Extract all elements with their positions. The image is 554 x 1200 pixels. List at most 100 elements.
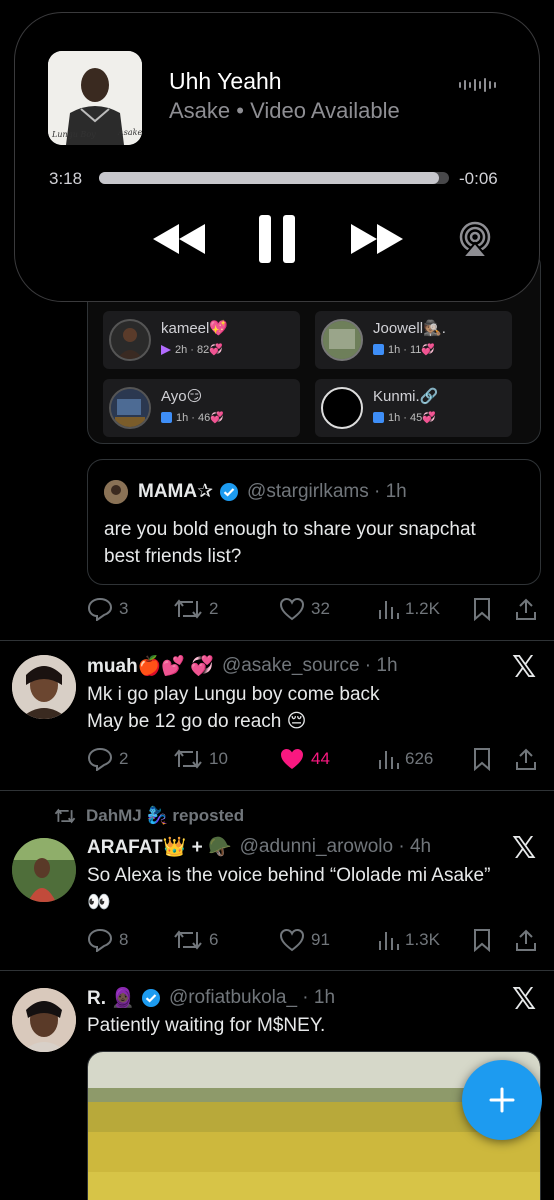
snap-friend-name: Ayo😏 xyxy=(161,388,203,405)
author-handle[interactable]: @adunni_arowolo · 4h xyxy=(240,836,431,858)
remaining-time: -0:06 xyxy=(459,169,498,188)
album-text-right: Asake xyxy=(117,128,142,137)
author-name[interactable]: ARAFAT👑 + 🪖 xyxy=(87,835,232,859)
share-icon xyxy=(516,748,536,770)
divider xyxy=(0,790,554,791)
repost-icon xyxy=(174,930,202,950)
repost-button[interactable]: 10 xyxy=(173,745,228,773)
bookmark-icon xyxy=(474,598,490,621)
share-icon xyxy=(516,598,536,620)
author-name[interactable]: muah🍎💕 💞 xyxy=(87,654,214,678)
heart-icon xyxy=(279,928,305,952)
tweet-text: So Alexa is the voice behind “Ololade mi… xyxy=(87,865,491,913)
pause-button[interactable] xyxy=(255,213,299,265)
playback-scrubber[interactable] xyxy=(99,172,449,184)
avatar[interactable] xyxy=(12,655,76,719)
avatar xyxy=(104,480,128,504)
share-button[interactable] xyxy=(515,926,537,954)
divider xyxy=(0,640,554,641)
bookmark-icon xyxy=(474,929,490,952)
repost-button[interactable]: 6 xyxy=(173,926,218,954)
reply-icon xyxy=(87,928,113,952)
rewind-button[interactable] xyxy=(151,221,207,257)
heart-filled-icon xyxy=(281,749,303,769)
snap-friend-name: Joowell🕵🏽. xyxy=(373,320,446,337)
snap-friend-2: Joowell🕵🏽. 1h · 11💞 xyxy=(315,311,512,369)
fast-forward-button[interactable] xyxy=(349,221,405,257)
plus-icon xyxy=(489,1087,515,1113)
x-logo-icon: 𝕏 xyxy=(512,982,537,1017)
tweet-text: Mk i go play Lungu boy come back May be … xyxy=(87,684,380,732)
avatar xyxy=(321,387,363,429)
snap-chat-icon xyxy=(161,412,172,423)
fast-forward-icon xyxy=(351,224,403,254)
share-button[interactable] xyxy=(515,595,537,623)
album-text-left: Lungu Boy xyxy=(51,130,96,139)
snap-chat-icon xyxy=(373,412,384,423)
like-button[interactable]: 44 xyxy=(279,745,330,773)
bookmark-button[interactable] xyxy=(472,595,492,623)
views-button[interactable]: 1.2K xyxy=(377,595,440,623)
bookmark-button[interactable] xyxy=(472,745,492,773)
pause-icon xyxy=(259,215,295,263)
tweet-actions: 8 6 91 1.3K xyxy=(87,926,541,954)
author-handle[interactable]: @asake_source · 1h xyxy=(222,655,398,677)
quoted-author-handle: @stargirlkams · 1h xyxy=(247,480,407,502)
snap-friend-3: Ayo😏 1h · 46💞 xyxy=(103,379,300,437)
playback-progress xyxy=(99,172,439,184)
airplay-button[interactable] xyxy=(455,219,495,259)
avatar[interactable] xyxy=(12,838,76,902)
views-button[interactable]: 626 xyxy=(377,745,433,773)
avatar xyxy=(321,319,363,361)
elapsed-time: 3:18 xyxy=(49,169,83,188)
repost-icon xyxy=(174,749,202,769)
author-handle[interactable]: @rofiatbukola_ · 1h xyxy=(169,987,335,1009)
verified-badge-icon xyxy=(141,988,161,1008)
quoted-header: MAMA✰ @stargirlkams · 1h xyxy=(138,480,407,503)
reply-icon xyxy=(87,747,113,771)
snap-friend-name: kameel💖 xyxy=(161,320,229,337)
repost-icon xyxy=(174,599,202,619)
snap-friend-meta: 2h · 82💞 xyxy=(161,343,223,356)
snap-friend-meta: 1h · 45💞 xyxy=(373,411,436,424)
like-button[interactable]: 32 xyxy=(279,595,330,623)
reply-button[interactable]: 2 xyxy=(87,745,128,773)
like-button[interactable]: 91 xyxy=(279,926,330,954)
tweet-actions: 3 2 32 1.2K xyxy=(87,595,541,623)
compose-button[interactable] xyxy=(462,1060,542,1140)
tweet-header: ARAFAT👑 + 🪖 @adunni_arowolo · 4h xyxy=(87,835,431,859)
x-logo-icon: 𝕏 xyxy=(512,831,537,866)
repost-button[interactable]: 2 xyxy=(173,595,218,623)
snap-friend-meta: 1h · 11💞 xyxy=(373,343,435,356)
snap-friend-1: kameel💖 2h · 82💞 xyxy=(103,311,300,369)
track-title: Uhh Yeahh xyxy=(169,68,282,94)
snap-chat-icon xyxy=(373,344,384,355)
snap-friend-name: Kunmi.🔗 xyxy=(373,388,439,405)
share-icon xyxy=(516,929,536,951)
avatar xyxy=(109,319,151,361)
quoted-post[interactable]: MAMA✰ @stargirlkams · 1h are you bold en… xyxy=(87,459,541,585)
now-playing-widget[interactable]: Lungu Boy Asake Uhh Yeahh Asake • Video … xyxy=(14,12,540,302)
avatar[interactable] xyxy=(12,988,76,1052)
tweet-text: Patiently waiting for M$NEY. xyxy=(87,1015,326,1036)
avatar xyxy=(109,387,151,429)
snap-friend-meta: 1h · 46💞 xyxy=(161,411,224,424)
track-subtitle: Asake • Video Available xyxy=(169,98,400,123)
bookmark-button[interactable] xyxy=(472,926,492,954)
share-button[interactable] xyxy=(515,745,537,773)
x-logo-icon: 𝕏 xyxy=(512,650,537,685)
repost-icon xyxy=(54,808,76,824)
tweet-header: R. 🧕🏿 @rofiatbukola_ · 1h xyxy=(87,986,335,1010)
views-button[interactable]: 1.3K xyxy=(377,926,440,954)
tweet-header: muah🍎💕 💞 @asake_source · 1h xyxy=(87,654,398,678)
views-icon xyxy=(379,751,399,769)
reply-icon xyxy=(87,597,113,621)
reply-button[interactable]: 8 xyxy=(87,926,128,954)
repost-attribution[interactable]: DahMJ 🧞‍♀️ reposted xyxy=(54,806,244,826)
views-icon xyxy=(379,932,399,950)
author-name[interactable]: R. 🧕🏿 xyxy=(87,986,135,1010)
divider xyxy=(0,970,554,971)
verified-badge-icon xyxy=(219,482,239,502)
waveform-icon xyxy=(459,77,496,93)
reply-button[interactable]: 3 xyxy=(87,595,128,623)
